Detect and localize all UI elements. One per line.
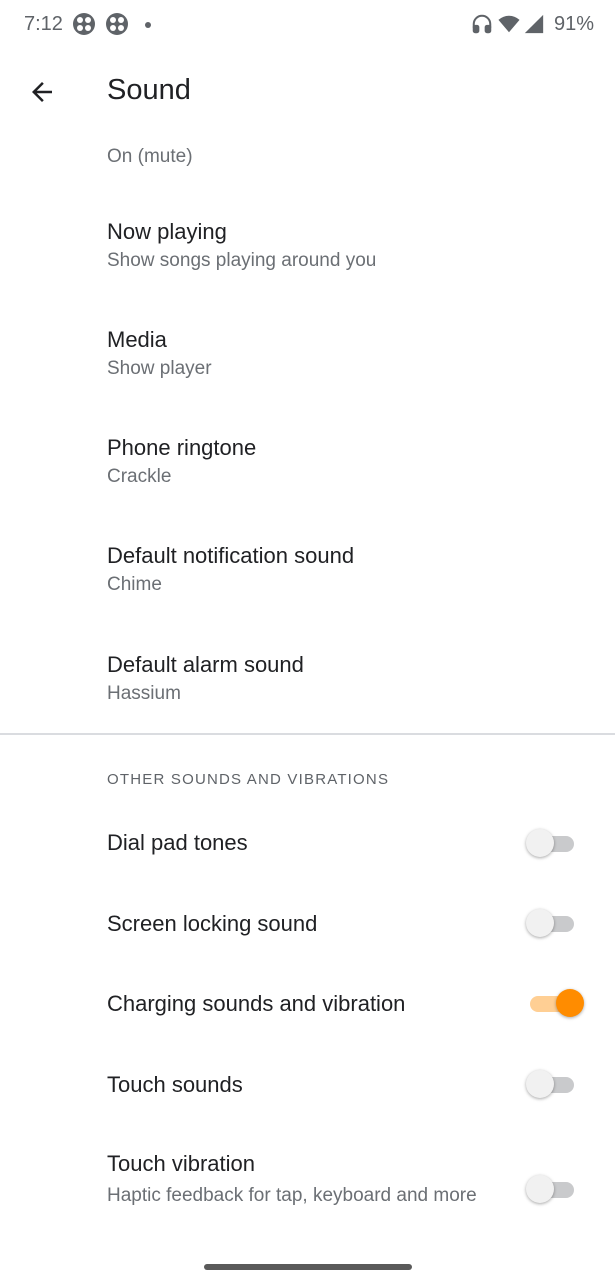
- switch-thumb: [526, 1070, 554, 1098]
- screen-locking-sound-toggle[interactable]: [526, 908, 576, 938]
- list-item[interactable]: On (mute): [107, 142, 193, 170]
- phone-ringtone-item[interactable]: Phone ringtone Crackle: [107, 434, 507, 490]
- notification-dot-icon: [145, 22, 151, 28]
- headphones-icon: [471, 13, 493, 35]
- app-grid-icon: [105, 12, 129, 36]
- item-title: Now playing: [107, 219, 227, 244]
- switch-thumb: [556, 989, 584, 1017]
- home-indicator[interactable]: [204, 1264, 412, 1270]
- screen-locking-sound-row[interactable]: Screen locking sound: [0, 893, 615, 953]
- switch-thumb: [526, 909, 554, 937]
- item-title: Screen locking sound: [107, 911, 318, 936]
- status-bar: 7:12 91%: [0, 0, 615, 52]
- status-time: 7:12: [24, 13, 63, 35]
- app-bar: Sound: [0, 52, 615, 132]
- item-title: Default notification sound: [107, 543, 355, 568]
- item-summary: Haptic feedback for tap, keyboard and mo…: [107, 1185, 477, 1206]
- item-summary: Crackle: [107, 466, 172, 487]
- section-header: OTHER SOUNDS AND VIBRATIONS: [107, 771, 390, 788]
- wifi-icon: [498, 13, 520, 35]
- arrow-back-icon: [32, 82, 52, 102]
- battery-level: 91%: [554, 13, 595, 35]
- touch-vibration-row[interactable]: Touch vibration Haptic feedback for tap,…: [0, 1150, 615, 1240]
- item-title: Media: [107, 327, 167, 352]
- touch-sounds-row[interactable]: Touch sounds: [0, 1054, 615, 1114]
- default-alarm-sound-item[interactable]: Default alarm sound Hassium: [107, 651, 507, 707]
- signal-icon: [523, 13, 545, 35]
- default-notification-sound-item[interactable]: Default notification sound Chime: [107, 542, 507, 598]
- dial-pad-tones-toggle[interactable]: [526, 828, 576, 858]
- app-grid-icon: [72, 12, 96, 36]
- back-button[interactable]: [22, 72, 62, 112]
- item-summary: Chime: [107, 574, 162, 595]
- now-playing-item[interactable]: Now playing Show songs playing around yo…: [107, 218, 507, 274]
- item-title: Default alarm sound: [107, 652, 304, 677]
- item-summary: Show songs playing around you: [107, 250, 377, 271]
- divider: [0, 733, 615, 735]
- item-title: Touch sounds: [107, 1072, 243, 1097]
- item-title: Phone ringtone: [107, 435, 257, 460]
- touch-vibration-toggle[interactable]: [526, 1174, 576, 1204]
- dial-pad-tones-row[interactable]: Dial pad tones: [0, 812, 615, 872]
- item-summary: On (mute): [107, 146, 193, 167]
- charging-sounds-row[interactable]: Charging sounds and vibration: [0, 973, 615, 1033]
- item-summary: Hassium: [107, 683, 181, 704]
- item-title: Charging sounds and vibration: [107, 991, 406, 1016]
- switch-thumb: [526, 829, 554, 857]
- charging-sounds-toggle[interactable]: [530, 988, 584, 1018]
- touch-sounds-toggle[interactable]: [526, 1069, 576, 1099]
- page-title: Sound: [107, 74, 191, 106]
- switch-thumb: [526, 1175, 554, 1203]
- item-summary: Show player: [107, 358, 212, 379]
- item-title: Dial pad tones: [107, 830, 248, 855]
- item-title: Touch vibration: [107, 1151, 255, 1176]
- media-item[interactable]: Media Show player: [107, 326, 507, 382]
